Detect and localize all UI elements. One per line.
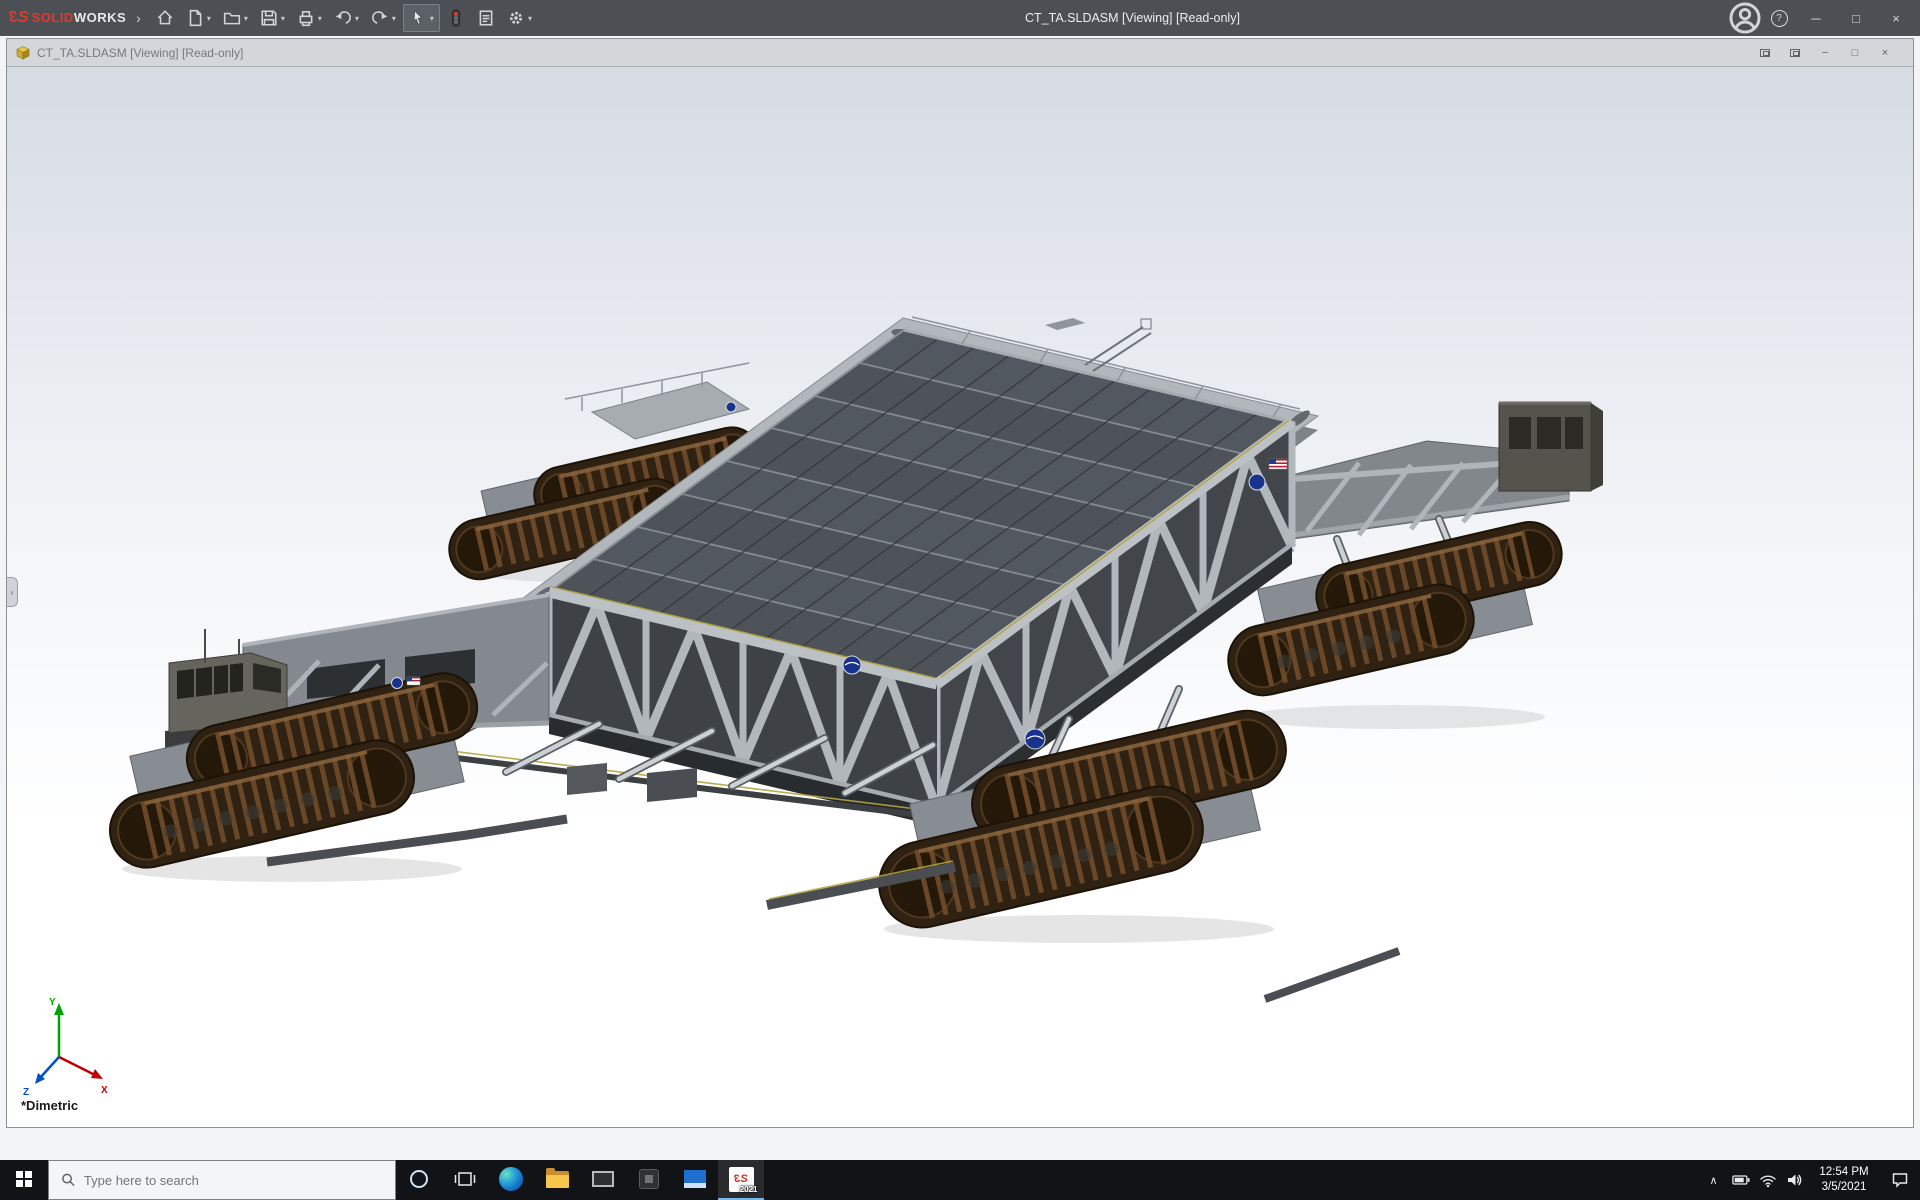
rebuild-stoplight-button[interactable] [442, 5, 470, 31]
taskbar-spacer [764, 1160, 1700, 1200]
solidworks-taskbar-button[interactable]: 3S 2021 [718, 1160, 764, 1200]
view-orientation-label: *Dimetric [21, 1098, 78, 1113]
save-dropdown-caret[interactable]: ▾ [281, 14, 285, 23]
solidworks-app-icon: 3S 2021 [729, 1167, 754, 1192]
close-button[interactable]: × [1876, 0, 1916, 36]
us-flag [1269, 459, 1287, 469]
redo-dropdown-caret[interactable]: ▾ [392, 14, 396, 23]
maximize-button[interactable]: □ [1836, 0, 1876, 36]
titlebar-left: 3S SOLIDWORKS › ▾ ▾ ▾ [0, 4, 537, 32]
app-titlebar: 3S SOLIDWORKS › ▾ ▾ ▾ [0, 0, 1920, 36]
document-restore-button[interactable]: □ [1843, 43, 1867, 63]
task-view-button[interactable] [442, 1160, 488, 1200]
panel-collapse-handle[interactable]: ‹ [7, 577, 18, 607]
battery-button[interactable] [1727, 1160, 1754, 1200]
battery-icon [1732, 1171, 1750, 1189]
cortana-icon [410, 1170, 428, 1188]
volume-button[interactable] [1781, 1160, 1808, 1200]
screen: 3S SOLIDWORKS › ▾ ▾ ▾ [0, 0, 1920, 1200]
minimize-button[interactable]: ─ [1796, 0, 1836, 36]
us-flag-small [407, 677, 420, 685]
select-tool-dropdown-caret[interactable]: ▾ [430, 14, 434, 23]
redo-button[interactable]: ▾ [366, 5, 401, 31]
document-close-button[interactable]: × [1873, 43, 1897, 63]
triad-x-label: X [101, 1085, 108, 1096]
blue-app-icon [684, 1170, 706, 1188]
titlebar-right: ? ─ □ × [1728, 0, 1920, 36]
windows-logo-icon [16, 1171, 32, 1187]
solidworks-logo-glyph: 3S [10, 9, 28, 27]
wifi-icon [1759, 1171, 1777, 1189]
search-input[interactable] [84, 1173, 395, 1188]
tray-expand-button[interactable]: ∧ [1700, 1160, 1727, 1200]
clock-time: 12:54 PM [1819, 1165, 1868, 1180]
solidworks-version-badge: 2021 [740, 1185, 758, 1194]
action-center-button[interactable] [1880, 1160, 1920, 1200]
search-icon [61, 1172, 76, 1188]
assembly-document-icon [15, 45, 31, 61]
file-explorer-button[interactable] [534, 1160, 580, 1200]
dark-app-icon [639, 1169, 659, 1189]
new-document-dropdown-caret[interactable]: ▾ [207, 14, 211, 23]
monitor-app-icon [592, 1171, 614, 1187]
file-explorer-icon [546, 1171, 569, 1188]
open-dropdown-caret[interactable]: ▾ [244, 14, 248, 23]
new-document-button[interactable]: ▾ [181, 5, 216, 31]
app-dark-button[interactable] [626, 1160, 672, 1200]
document-title: CT_TA.SLDASM [Viewing] [Read-only] [37, 46, 1753, 60]
solidworks-logo: 3S SOLIDWORKS [10, 9, 126, 27]
app-blue-button[interactable] [672, 1160, 718, 1200]
cortana-button[interactable] [396, 1160, 442, 1200]
taskbar-search[interactable] [48, 1160, 396, 1200]
task-view-icon [454, 1170, 476, 1188]
document-window: CT_TA.SLDASM [Viewing] [Read-only] − □ × [6, 38, 1914, 1128]
open-button[interactable]: ▾ [218, 5, 253, 31]
options-gear-button[interactable]: ▾ [502, 5, 537, 31]
taskbar-clock[interactable]: 12:54 PM 3/5/2021 [1808, 1160, 1880, 1200]
home-button[interactable] [151, 5, 179, 31]
orientation-triad: Y X Z [23, 997, 108, 1098]
windows-taskbar: 3S 2021 ∧ [0, 1160, 1920, 1200]
quick-access-toolbar: ▾ ▾ ▾ ▾ ▾ [151, 4, 537, 32]
edge-button[interactable] [488, 1160, 534, 1200]
app-monitor-button[interactable] [580, 1160, 626, 1200]
rear-left-corner-structure [565, 363, 749, 439]
clock-date: 3/5/2021 [1822, 1180, 1867, 1195]
user-account-icon[interactable] [1728, 0, 1762, 36]
viewport-3d[interactable]: Y X Z ‹ *Dimetric [7, 67, 1913, 1127]
action-center-icon [1891, 1171, 1909, 1189]
speaker-icon [1786, 1171, 1804, 1189]
workspace: CT_TA.SLDASM [Viewing] [Read-only] − □ × [0, 36, 1920, 1160]
document-window-controls: − □ × [1753, 43, 1897, 63]
save-button[interactable]: ▾ [255, 5, 290, 31]
document-titlebar[interactable]: CT_TA.SLDASM [Viewing] [Read-only] − □ × [7, 39, 1913, 67]
system-tray: ∧ [1700, 1160, 1920, 1200]
file-properties-button[interactable] [472, 5, 500, 31]
help-icon[interactable]: ? [1762, 0, 1796, 36]
toolbar-expand-arrow[interactable]: › [136, 10, 141, 26]
crawler-transporter-model[interactable]: Y X Z [7, 67, 1913, 1127]
print-dropdown-caret[interactable]: ▾ [318, 14, 322, 23]
print-button[interactable]: ▾ [292, 5, 327, 31]
undo-button[interactable]: ▾ [329, 5, 364, 31]
arrange-window-button-2[interactable] [1783, 43, 1807, 63]
document-minimize-button[interactable]: − [1813, 43, 1837, 63]
select-tool-button[interactable]: ▾ [403, 4, 440, 32]
start-button[interactable] [0, 1160, 48, 1200]
arrange-window-button-1[interactable] [1753, 43, 1777, 63]
rear-operator-cab [1499, 403, 1603, 491]
window-title: CT_TA.SLDASM [Viewing] [Read-only] [537, 11, 1728, 25]
triad-y-label: Y [49, 997, 56, 1008]
undo-dropdown-caret[interactable]: ▾ [355, 14, 359, 23]
edge-icon [499, 1167, 523, 1191]
network-button[interactable] [1754, 1160, 1781, 1200]
solidworks-wordmark: SOLIDWORKS [32, 9, 127, 27]
options-dropdown-caret[interactable]: ▾ [528, 14, 532, 23]
triad-z-label: Z [23, 1087, 29, 1098]
